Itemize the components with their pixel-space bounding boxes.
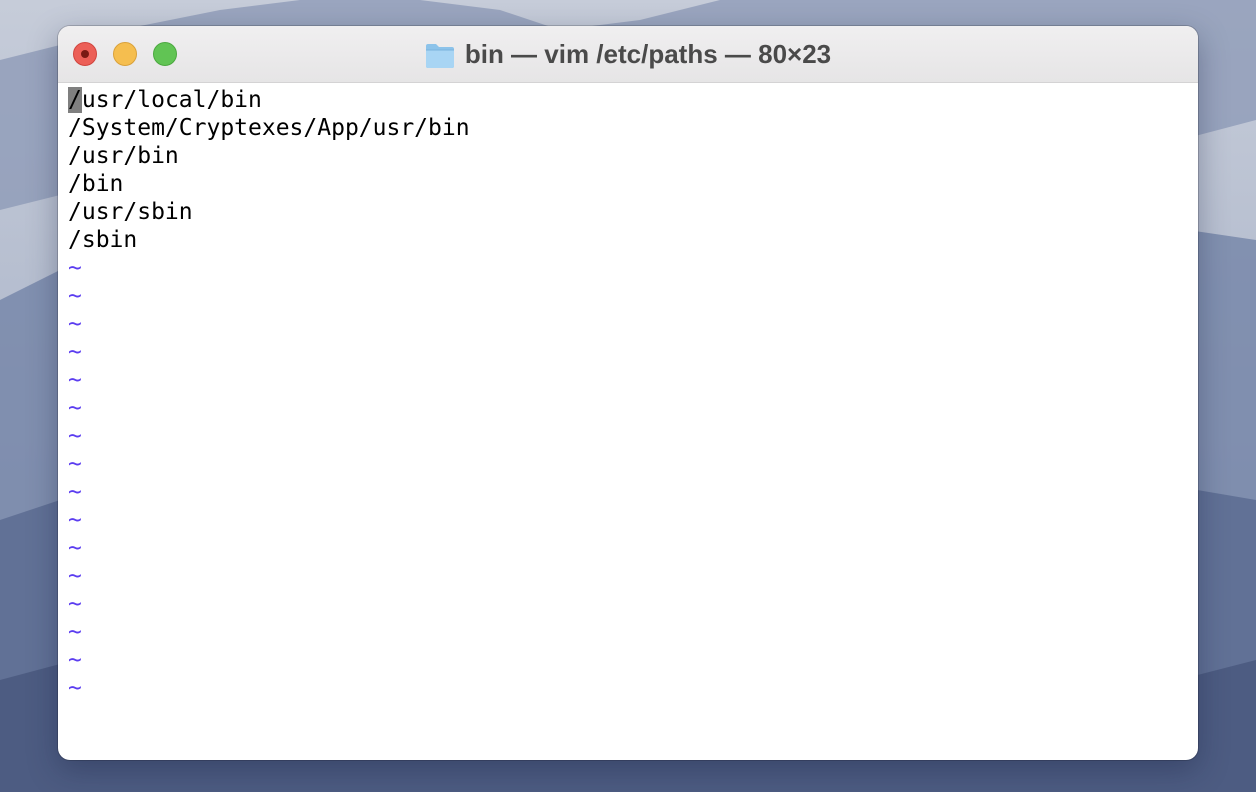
terminal-window[interactable]: bin — vim /etc/paths — 80×23 /usr/local/… [58,26,1198,760]
buffer-line-text: usr/local/bin [81,87,262,113]
empty-line-tilde: ~ [68,311,82,337]
window-title: bin — vim /etc/paths — 80×23 [464,38,832,69]
empty-line-tilde: ~ [68,647,82,673]
empty-line-tilde: ~ [68,423,82,449]
empty-line-tilde: ~ [68,563,82,589]
buffer-line: /sbin [68,227,138,253]
buffer-line: /bin [68,171,124,197]
empty-line-tilde: ~ [68,451,82,477]
empty-line-tilde: ~ [68,507,82,533]
empty-line-tilde: ~ [68,367,82,393]
empty-line-tilde: ~ [68,395,82,421]
title-bar[interactable]: bin — vim /etc/paths — 80×23 [58,26,1198,83]
folder-icon [425,44,454,68]
empty-line-tilde: ~ [68,535,82,561]
empty-line-tilde: ~ [68,675,82,701]
empty-line-tilde: ~ [68,283,82,309]
text-cursor: / [68,87,82,113]
empty-line-tilde: ~ [68,479,82,505]
empty-line-markers: ~ ~ ~ ~ ~ ~ ~ ~ ~ ~ ~ ~ ~ ~ ~ ~ [68,254,1188,702]
buffer-line: /usr/local/bin [68,86,1188,114]
empty-line-tilde: ~ [68,591,82,617]
buffer-line: /usr/bin [68,143,179,169]
empty-line-tilde: ~ [68,255,82,281]
vim-buffer[interactable]: /usr/local/bin /System/Cryptexes/App/usr… [68,86,1188,750]
empty-line-tilde: ~ [68,339,82,365]
empty-line-tilde: ~ [68,619,82,645]
buffer-line: /System/Cryptexes/App/usr/bin [68,115,470,141]
window-title-group: bin — vim /etc/paths — 80×23 [58,26,1198,82]
buffer-line: /usr/sbin [68,199,193,225]
